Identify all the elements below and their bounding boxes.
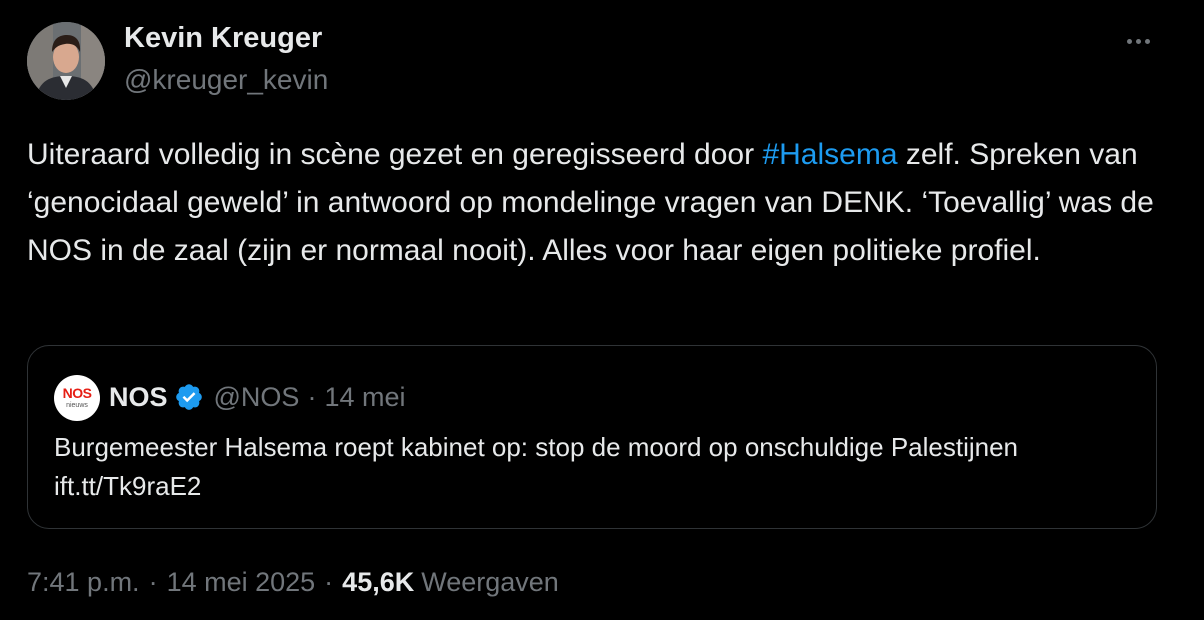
separator-dot: ·: [324, 567, 334, 597]
hashtag-link[interactable]: #Halsema: [762, 138, 897, 171]
author-handle[interactable]: @kreuger_kevin: [124, 64, 328, 96]
quoted-tweet[interactable]: NOS nieuws NOS @NOS · 14 mei Burgemeeste…: [27, 345, 1157, 529]
views-count[interactable]: 45,6K: [342, 567, 414, 598]
tweet-text-start: Uiteraard volledig in scène gezet en ger…: [27, 138, 763, 171]
more-horizontal-icon: [1126, 38, 1132, 44]
verified-badge-icon: [175, 384, 202, 410]
tweet: Kevin Kreuger @kreuger_kevin Uiteraard v…: [0, 0, 1204, 620]
quoted-tweet-text: Burgemeester Halsema roept kabinet op: s…: [54, 432, 1019, 501]
views-label: Weergaven: [421, 567, 559, 597]
author-avatar-image: [27, 22, 105, 100]
author-name[interactable]: Kevin Kreuger: [124, 22, 322, 55]
quoted-tweet-header: NOS @NOS · 14 mei: [109, 377, 405, 417]
quoted-tweet-date[interactable]: 14 mei: [324, 382, 405, 413]
quoted-author-handle[interactable]: @NOS: [214, 382, 300, 413]
tweet-meta: 7:41 p.m. · 14 mei 2025 · 45,6K Weergave…: [27, 567, 559, 598]
nos-logo: NOS: [62, 385, 92, 401]
tweet-time[interactable]: 7:41 p.m.: [27, 567, 140, 598]
quoted-author-name[interactable]: NOS: [109, 382, 168, 413]
separator-dot: ·: [307, 381, 317, 412]
nos-logo-sub: nieuws: [66, 402, 88, 409]
nos-avatar[interactable]: NOS nieuws: [54, 375, 100, 421]
tweet-date[interactable]: 14 mei 2025: [167, 567, 316, 598]
author-avatar[interactable]: [27, 22, 105, 100]
separator-dot: ·: [148, 567, 158, 597]
more-options-button[interactable]: [1118, 26, 1158, 56]
tweet-text: Uiteraard volledig in scène gezet en ger…: [27, 131, 1177, 275]
